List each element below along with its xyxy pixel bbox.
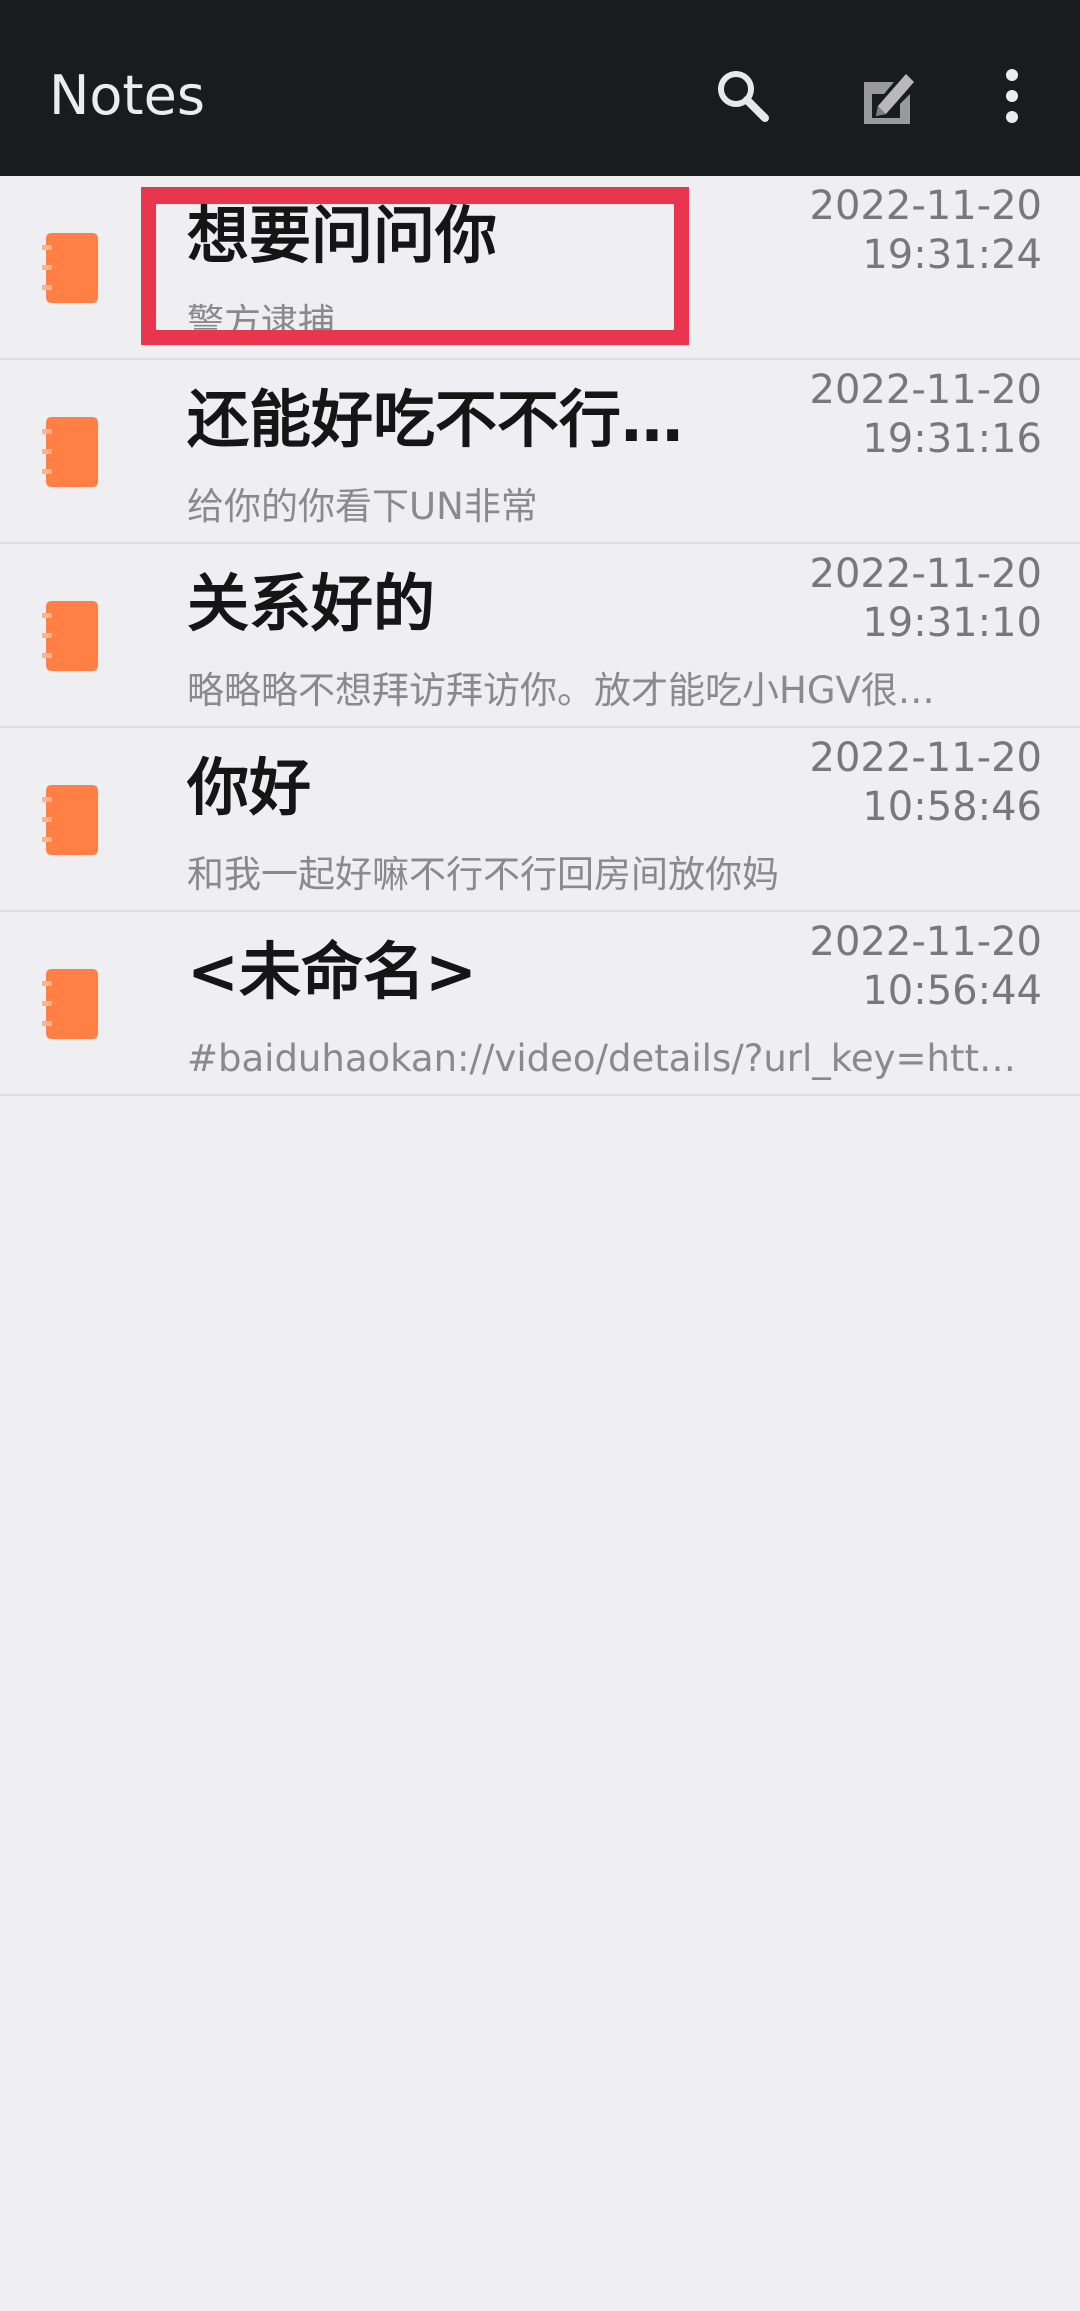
note-preview: 和我一起好嘛不行不行回房间放你妈: [187, 853, 779, 896]
note-date: 2022-11-20: [809, 551, 1042, 597]
notebook-icon: [42, 233, 98, 303]
app-toolbar: Notes: [0, 0, 1080, 176]
note-preview: #baiduhaokan://video/details/?url_key=ht…: [187, 1037, 1027, 1080]
note-time: 10:58:46: [862, 784, 1042, 830]
note-title: <未命名>: [187, 935, 477, 1008]
note-item[interactable]: 关系好的 略略略不想拜访拜访你。放才能吃小HGV很… 2022-11-20 19…: [0, 544, 1080, 728]
note-preview: 略略略不想拜访拜访你。放才能吃小HGV很…: [187, 669, 935, 712]
more-options-button[interactable]: [964, 48, 1060, 144]
note-preview: 警方逮捕: [187, 301, 335, 344]
note-preview: 给你的你看下UN非常: [187, 485, 538, 528]
more-vertical-icon: [1006, 69, 1018, 123]
notebook-icon: [42, 969, 98, 1039]
note-title: 想要问问你: [187, 199, 498, 272]
note-time: 10:56:44: [862, 968, 1042, 1014]
app-title: Notes: [49, 64, 205, 127]
note-item[interactable]: 你好 和我一起好嘛不行不行回房间放你妈 2022-11-20 10:58:46: [0, 728, 1080, 912]
search-button[interactable]: [695, 48, 791, 144]
note-title: 还能好吃不不行…: [187, 383, 684, 456]
note-date: 2022-11-20: [809, 367, 1042, 413]
note-timestamp: 2022-11-20 19:31:16: [810, 366, 1042, 464]
note-timestamp: 2022-11-20 19:31:10: [810, 550, 1042, 648]
new-note-button[interactable]: [840, 48, 936, 144]
note-timestamp: 2022-11-20 10:58:46: [810, 734, 1042, 832]
note-title: 你好: [187, 751, 312, 824]
note-list: 想要问问你 警方逮捕 2022-11-20 19:31:24 还能好吃不不行… …: [0, 176, 1080, 1096]
note-time: 19:31:24: [862, 232, 1042, 278]
note-date: 2022-11-20: [809, 183, 1042, 229]
note-item[interactable]: 想要问问你 警方逮捕 2022-11-20 19:31:24: [0, 176, 1080, 360]
note-date: 2022-11-20: [809, 735, 1042, 781]
notebook-icon: [42, 601, 98, 671]
note-item[interactable]: 还能好吃不不行… 给你的你看下UN非常 2022-11-20 19:31:16: [0, 360, 1080, 544]
note-date: 2022-11-20: [809, 919, 1042, 965]
note-time: 19:31:16: [862, 416, 1042, 462]
note-timestamp: 2022-11-20 19:31:24: [810, 182, 1042, 280]
note-title: 关系好的: [187, 567, 436, 640]
notebook-icon: [42, 785, 98, 855]
note-time: 19:31:10: [862, 600, 1042, 646]
new-note-icon: [864, 74, 914, 124]
note-item[interactable]: <未命名> #baiduhaokan://video/details/?url_…: [0, 912, 1080, 1096]
note-timestamp: 2022-11-20 10:56:44: [810, 918, 1042, 1016]
search-icon: [718, 71, 769, 122]
notebook-icon: [42, 417, 98, 487]
